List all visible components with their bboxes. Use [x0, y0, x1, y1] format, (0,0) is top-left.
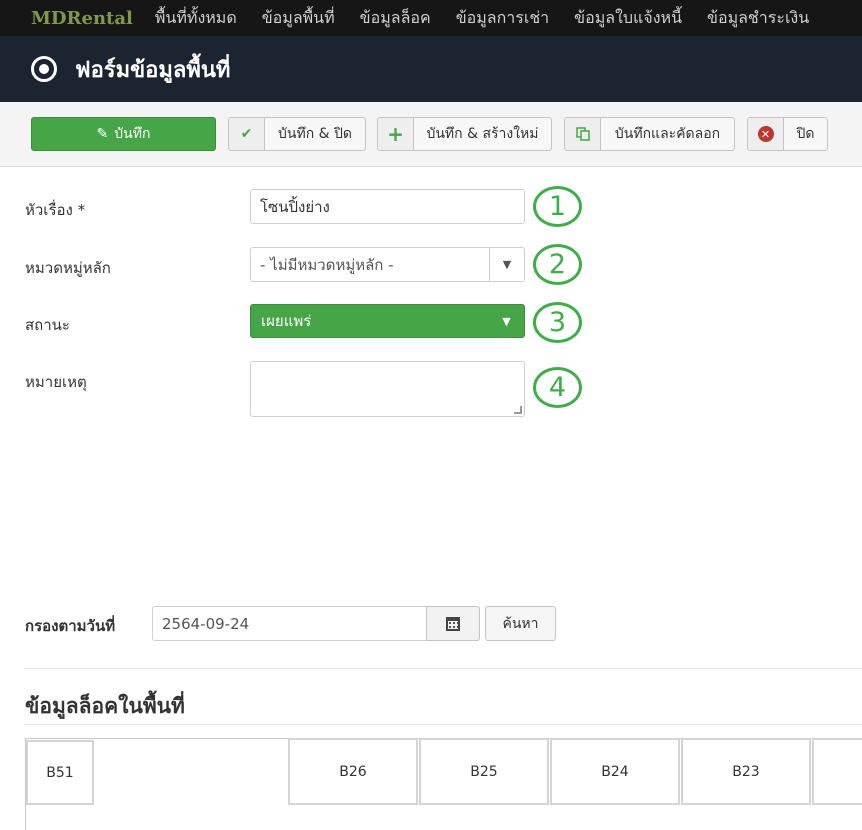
- page-title: ฟอร์มข้อมูลพื้นที่: [75, 57, 231, 83]
- lock-cell[interactable]: B23: [681, 738, 811, 805]
- save-button[interactable]: ✎ บันทึก: [31, 117, 216, 151]
- save-close-button[interactable]: ✔ บันทึก & ปิด: [228, 117, 366, 151]
- date-input[interactable]: 2564-09-24: [152, 606, 427, 641]
- close-button[interactable]: ✕ ปิด: [747, 117, 828, 151]
- caret-down-icon: ▼: [489, 248, 524, 281]
- calendar-icon: [446, 616, 460, 631]
- lock-cell[interactable]: B25: [419, 738, 549, 805]
- nav-item-locks[interactable]: ข้อมูลล็อค: [360, 6, 431, 31]
- category-select[interactable]: - ไม่มีหมวดหมู่หลัก - ▼: [250, 247, 525, 282]
- page-header: ฟอร์มข้อมูลพื้นที่: [0, 36, 862, 102]
- locks-section-title: ข้อมูลล็อคในพื้นที่: [25, 694, 185, 718]
- callout-3: 3: [533, 302, 582, 343]
- save-copy-label: บันทึกและคัดลอก: [614, 126, 721, 142]
- lock-cell[interactable]: B24: [550, 738, 680, 805]
- resize-grip-icon[interactable]: [514, 406, 522, 414]
- caret-down-icon: ▼: [502, 314, 511, 328]
- calendar-button[interactable]: [426, 606, 480, 641]
- title-label: หัวเรื่อง *: [25, 201, 86, 219]
- note-label: หมายเหตุ: [25, 373, 87, 391]
- note-textarea[interactable]: [250, 361, 525, 417]
- status-select[interactable]: เผยแพร่ ▼: [250, 304, 525, 338]
- plus-icon: +: [378, 118, 414, 150]
- filter-date-label: กรองตามวันที่: [25, 617, 116, 635]
- callout-1: 1: [533, 186, 582, 227]
- divider: [25, 724, 862, 725]
- save-new-label: บันทึก & สร้างใหม่: [426, 126, 539, 142]
- edit-icon: ✎: [96, 126, 109, 142]
- check-icon: ✔: [229, 118, 265, 150]
- nav-item-payments[interactable]: ข้อมูลชำระเงิน: [707, 6, 809, 31]
- divider: [25, 668, 862, 669]
- date-input-value: 2564-09-24: [162, 614, 250, 633]
- callout-4: 4: [533, 367, 582, 408]
- copy-icon: [565, 118, 601, 150]
- top-navbar: MDRental พื้นที่ทั้งหมด ข้อมูลพื้นที่ ข้…: [0, 0, 862, 36]
- toolbar: ✎ บันทึก ✔ บันทึก & ปิด + บันทึก & สร้าง…: [0, 102, 862, 167]
- category-select-value: - ไม่มีหมวดหมู่หลัก -: [260, 255, 394, 274]
- search-button[interactable]: ค้นหา: [485, 606, 556, 641]
- save-close-label: บันทึก & ปิด: [278, 126, 352, 142]
- target-icon: [31, 56, 57, 82]
- title-input[interactable]: โซนปิ้งย่าง: [250, 189, 525, 224]
- nav-item-areas[interactable]: ข้อมูลพื้นที่: [262, 6, 335, 31]
- nav-item-all-areas[interactable]: พื้นที่ทั้งหมด: [155, 6, 237, 31]
- save-new-button[interactable]: + บันทึก & สร้างใหม่: [377, 117, 552, 151]
- save-button-label: บันทึก: [114, 126, 151, 142]
- close-label: ปิด: [796, 126, 815, 142]
- lock-cell[interactable]: B51: [26, 740, 94, 805]
- nav-item-rentals[interactable]: ข้อมูลการเช่า: [456, 6, 549, 31]
- category-label: หมวดหมู่หลัก: [25, 259, 111, 277]
- status-select-value: เผยแพร่: [261, 312, 312, 330]
- close-icon: ✕: [748, 118, 784, 150]
- title-input-value: โซนปิ้งย่าง: [260, 197, 330, 216]
- lock-cell[interactable]: B26: [288, 738, 418, 805]
- status-label: สถานะ: [25, 316, 70, 334]
- callout-2: 2: [533, 244, 582, 285]
- save-copy-button[interactable]: บันทึกและคัดลอก: [564, 117, 735, 151]
- brand-logo[interactable]: MDRental: [31, 8, 133, 29]
- lock-cell-partial[interactable]: [812, 738, 862, 805]
- nav-item-invoices[interactable]: ข้อมูลใบแจ้งหนี้: [574, 6, 682, 31]
